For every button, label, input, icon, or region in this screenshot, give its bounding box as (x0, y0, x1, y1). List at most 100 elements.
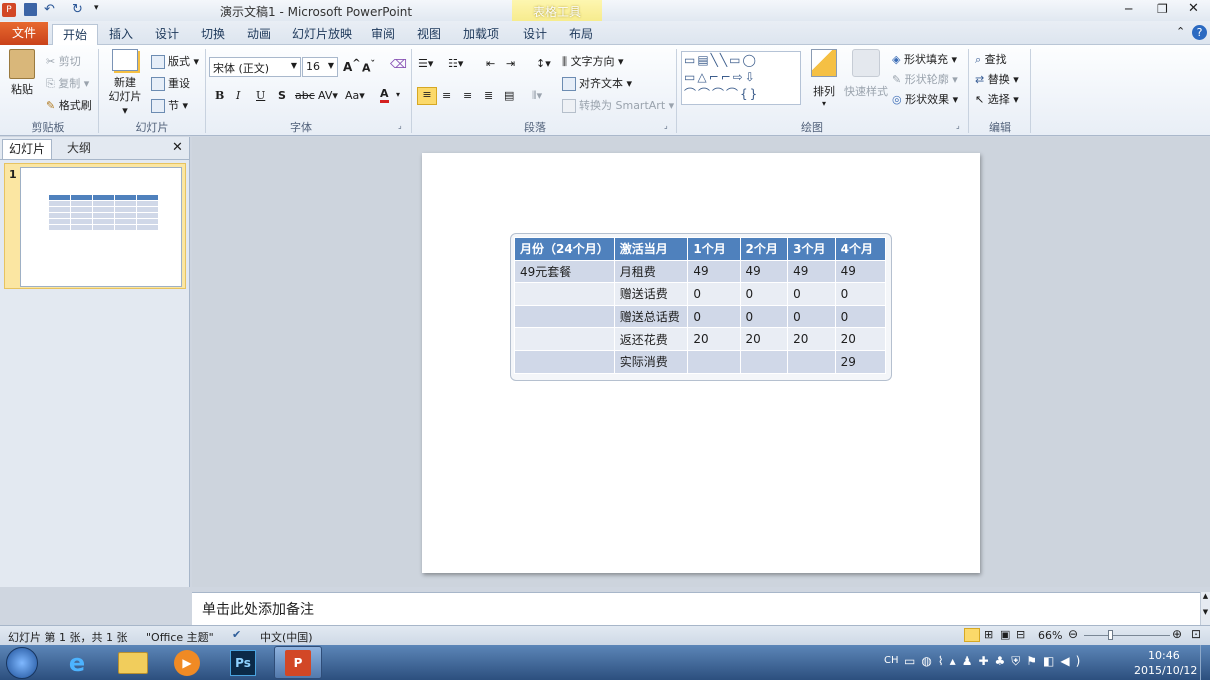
table-cell[interactable]: 20 (739, 327, 789, 351)
table-cell[interactable]: 20 (687, 327, 741, 351)
table-cell[interactable]: 0 (834, 304, 887, 329)
cut-button[interactable]: ✂ 剪切 (46, 53, 81, 69)
layout-button[interactable]: 版式 ▾ (151, 53, 199, 69)
align-text-button[interactable]: 对齐文本 ▾ (562, 75, 632, 91)
table-cell[interactable]: 返还花费 (613, 327, 689, 351)
char-spacing-button[interactable]: AV▾ (318, 89, 338, 102)
table-cell[interactable]: 49 (787, 259, 836, 284)
tab-view[interactable]: 视图 (408, 24, 450, 45)
table-cell[interactable] (739, 349, 789, 374)
font-name-select[interactable]: 宋体 (正文) ▼ (209, 57, 301, 77)
table-header-cell[interactable]: 4个月 (834, 237, 887, 261)
zoom-level[interactable]: 66% (1038, 629, 1062, 642)
table-frame[interactable]: 月份（24个月） 激活当月 1个月 2个月 3个月 4个月 49元套餐 月租费 … (510, 233, 892, 381)
table-cell[interactable]: 49元套餐 (514, 259, 615, 284)
spelling-check-icon[interactable]: ✔ (232, 628, 241, 641)
italic-button[interactable]: I (236, 89, 240, 102)
align-right-button[interactable]: ≡ (463, 89, 472, 102)
fit-slide-icon[interactable]: ⊡ (1191, 627, 1201, 641)
strikethrough-button[interactable]: abc (295, 89, 315, 102)
drawing-dialog-launcher-icon[interactable]: ⌟ (956, 121, 960, 130)
start-button[interactable] (6, 647, 38, 679)
table-cell[interactable]: 0 (834, 282, 887, 306)
arrange-button[interactable]: 排列 ▾ (806, 49, 842, 108)
shrink-font-button[interactable]: Aˇ (362, 59, 375, 75)
minimize-ribbon-icon[interactable]: ⌃ (1176, 25, 1185, 38)
paragraph-dialog-launcher-icon[interactable]: ⌟ (664, 121, 668, 130)
table-cell[interactable]: 29 (834, 349, 887, 374)
explorer-taskbar-icon[interactable] (118, 652, 148, 674)
data-table[interactable]: 月份（24个月） 激活当月 1个月 2个月 3个月 4个月 49元套餐 月租费 … (514, 237, 887, 374)
tab-insert[interactable]: 插入 (100, 24, 142, 45)
table-header-cell[interactable]: 月份（24个月） (514, 237, 615, 261)
tab-slideshow[interactable]: 幻灯片放映 (288, 24, 356, 45)
bold-button[interactable]: B (215, 89, 224, 102)
zoom-out-icon[interactable]: ⊖ (1068, 627, 1078, 641)
shapes-gallery[interactable]: ▭▤╲╲▭◯ ▭△⌐⌐⇨⇩ ⌒⌒⌒⌒{} (681, 51, 801, 105)
decrease-indent-button[interactable]: ⇤ (486, 57, 495, 70)
save-icon[interactable] (24, 3, 37, 16)
underline-button[interactable]: U (256, 89, 265, 102)
table-cell[interactable] (514, 282, 615, 306)
table-cell[interactable] (687, 349, 741, 374)
close-pane-icon[interactable]: ✕ (172, 140, 183, 155)
language-indicator[interactable]: 中文(中国) (260, 629, 313, 645)
tab-addins[interactable]: 加载项 (456, 24, 506, 45)
find-button[interactable]: ⌕ 查找 (975, 51, 1007, 67)
help-icon[interactable]: ? (1192, 25, 1207, 40)
change-case-button[interactable]: Aa▾ (345, 89, 365, 102)
paste-button[interactable]: 粘贴 (6, 49, 38, 109)
numbering-button[interactable]: ☷▾ (448, 57, 463, 70)
table-header-cell[interactable]: 激活当月 (613, 237, 689, 261)
photoshop-taskbar-icon[interactable]: Ps (230, 650, 256, 676)
show-desktop-button[interactable] (1200, 645, 1210, 680)
align-left-button[interactable]: ≡ (417, 87, 437, 105)
slide-canvas[interactable]: 月份（24个月） 激活当月 1个月 2个月 3个月 4个月 49元套餐 月租费 … (422, 153, 980, 573)
tab-slides[interactable]: 幻灯片 (2, 139, 52, 159)
section-button[interactable]: 节 ▾ (151, 97, 188, 113)
table-cell[interactable]: 赠送总话费 (613, 304, 689, 329)
format-painter-button[interactable]: ✎ 格式刷 (46, 97, 92, 113)
distribute-button[interactable]: ▤ (504, 89, 514, 102)
quick-styles-button[interactable]: 快速样式 (842, 49, 890, 99)
tab-file[interactable]: 文件 (0, 22, 48, 45)
table-cell[interactable]: 0 (739, 304, 789, 329)
notes-pane[interactable]: 单击此处添加备注 (192, 592, 1200, 625)
table-cell[interactable]: 49 (834, 259, 887, 284)
font-color-chevron-icon[interactable]: ▾ (396, 90, 400, 99)
tab-design[interactable]: 设计 (146, 24, 188, 45)
tab-transitions[interactable]: 切换 (192, 24, 234, 45)
slide-thumbnail-selected[interactable]: 1 (4, 163, 186, 289)
smartart-button[interactable]: 转换为 SmartArt ▾ (562, 97, 674, 113)
tab-table-design[interactable]: 设计 (514, 24, 556, 45)
justify-button[interactable]: ≣ (484, 89, 493, 102)
table-cell[interactable]: 0 (687, 304, 741, 329)
table-cell[interactable]: 49 (687, 259, 741, 284)
notes-placeholder[interactable]: 单击此处添加备注 (202, 599, 314, 619)
line-spacing-button[interactable]: ↕▾ (536, 57, 551, 70)
ime-indicator[interactable]: CH (884, 655, 899, 666)
copy-button[interactable]: ⎘ 复制 ▾ (46, 75, 89, 91)
table-cell[interactable]: 20 (834, 327, 887, 351)
table-header-cell[interactable]: 1个月 (687, 237, 741, 261)
table-header-cell[interactable]: 2个月 (739, 237, 789, 261)
slide-sorter-icon[interactable]: ⊞ (984, 628, 993, 641)
ie-taskbar-icon[interactable]: e (62, 649, 92, 677)
reading-view-icon[interactable]: ▣ (1000, 628, 1010, 641)
undo-icon[interactable]: ↶ (44, 2, 55, 17)
powerpoint-app-icon[interactable]: P (2, 3, 16, 17)
table-cell[interactable] (514, 349, 615, 374)
shape-outline-button[interactable]: ✎ 形状轮廓 ▾ (892, 71, 958, 87)
close-button[interactable]: ✕ (1188, 1, 1199, 16)
reset-button[interactable]: 重设 (151, 75, 190, 91)
slideshow-view-icon[interactable]: ⊟ (1016, 628, 1025, 641)
new-slide-button[interactable]: 新建 幻灯片 ▾ (104, 49, 146, 118)
table-cell[interactable]: 0 (739, 282, 789, 306)
tab-review[interactable]: 审阅 (362, 24, 404, 45)
table-cell[interactable]: 49 (739, 259, 789, 284)
columns-button[interactable]: ⫴▾ (532, 89, 542, 103)
qat-customize-icon[interactable]: ▾ (94, 3, 99, 13)
table-cell[interactable]: 实际消费 (613, 349, 689, 374)
table-cell[interactable]: 赠送话费 (613, 282, 689, 306)
shape-fill-button[interactable]: ◈ 形状填充 ▾ (892, 51, 957, 67)
